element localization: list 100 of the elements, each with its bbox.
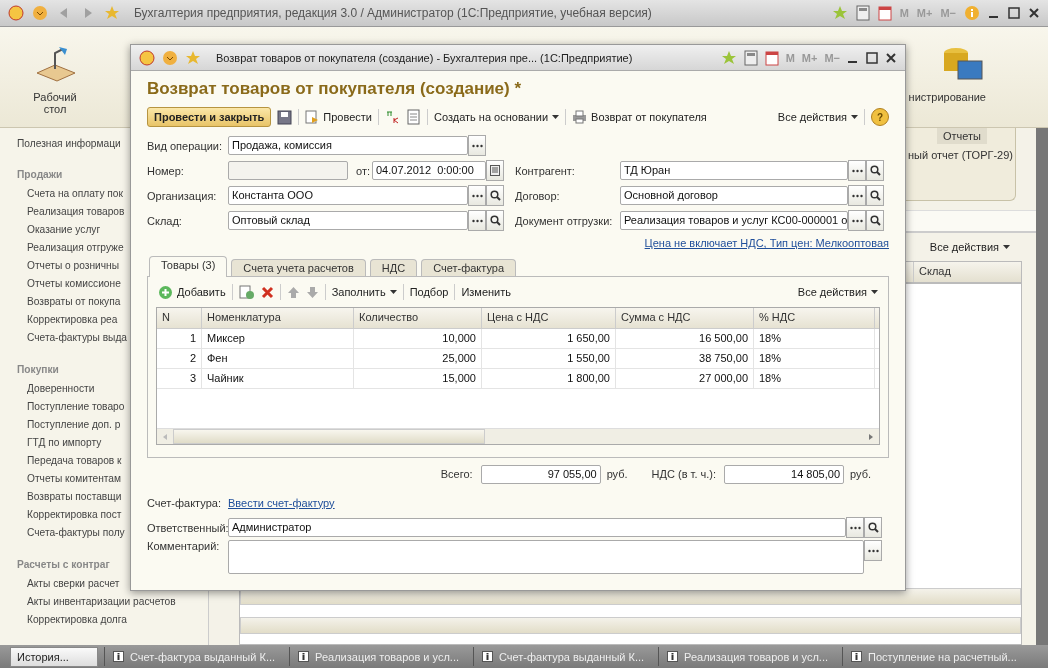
tab[interactable]: Товары (3) [149, 256, 228, 277]
sidebar-item[interactable]: ГТД по импорту [27, 437, 102, 455]
sidebar-item[interactable]: Отчеты о розничны [27, 260, 119, 278]
input-field[interactable]: Константа ООО [228, 186, 468, 205]
sidebar-item[interactable]: Возвраты поставщи [27, 491, 122, 509]
maximize-icon[interactable] [1008, 7, 1020, 19]
document-icon[interactable] [406, 109, 421, 125]
sidebar-item[interactable]: Полезная информаци [0, 138, 121, 155]
sidebar-item[interactable]: Корректировка пост [27, 509, 122, 527]
sidebar-item[interactable]: Поступление доп. р [27, 419, 121, 437]
enter-invoice-link[interactable]: Ввести счет-фактуру [228, 496, 335, 509]
column-header[interactable]: N [157, 308, 202, 328]
plus-icon [158, 284, 173, 300]
sidebar-item[interactable]: Отчеты комиссионе [27, 278, 121, 296]
search-button[interactable] [866, 160, 884, 181]
all-actions-menu[interactable]: Все действия [929, 241, 1010, 253]
sidebar-item[interactable]: Возвраты от покупа [27, 296, 121, 314]
print-button[interactable]: Возврат от покупателя [572, 110, 707, 124]
fill-menu[interactable]: Заполнить [331, 286, 397, 298]
input-field[interactable]: Реализация товаров и услуг КС00-000001 о [620, 211, 848, 230]
search-button[interactable] [866, 185, 884, 206]
search-button[interactable] [866, 210, 884, 231]
calculator-icon[interactable] [855, 5, 870, 21]
group-title: Продажи [17, 169, 63, 182]
history-button[interactable]: История... [10, 646, 98, 667]
calendar-button[interactable] [486, 160, 504, 181]
help-button[interactable]: ? [871, 108, 889, 126]
sidebar-item[interactable]: Счета-фактуры выда [27, 332, 128, 350]
sidebar-item[interactable]: Поступление товаро [27, 401, 125, 419]
search-button[interactable] [486, 210, 504, 231]
input-field[interactable]: Продажа, комиссия [228, 136, 468, 155]
table-cell: 3 [157, 369, 202, 388]
sidebar-item[interactable]: Счета на оплату пок [27, 188, 123, 206]
input-field[interactable]: ТД Юран [620, 161, 848, 180]
choice-button[interactable] [468, 135, 486, 156]
sidebar-item[interactable]: Счета-фактуры полу [27, 527, 125, 545]
pick-button[interactable]: Подбор [409, 286, 449, 298]
sidebar-item[interactable]: Отчеты комитентам [27, 473, 122, 491]
input-field[interactable]: Основной договор [620, 186, 848, 205]
all-actions-menu[interactable]: Все действия [777, 111, 858, 123]
caret-icon [1003, 245, 1010, 249]
tab[interactable]: НДС [369, 259, 418, 276]
edit-button[interactable]: Изменить [461, 286, 511, 298]
table-cell: 18% [754, 329, 875, 348]
star-icon[interactable] [831, 5, 848, 21]
scrollbar-thumb[interactable] [173, 429, 485, 444]
column-header[interactable]: Склад [913, 262, 1021, 282]
star-icon[interactable] [720, 49, 737, 66]
delete-icon[interactable] [260, 285, 274, 299]
menu-icon[interactable] [162, 49, 178, 66]
star-icon[interactable] [104, 5, 120, 21]
arrow-down-icon[interactable] [305, 285, 319, 299]
calculator-icon[interactable] [743, 49, 758, 66]
section-item[interactable]: Рабочий стол [0, 27, 110, 127]
sidebar-item[interactable]: Оказание услуг [27, 224, 101, 242]
table-cell: 1 [157, 329, 202, 348]
search-button[interactable] [486, 185, 504, 206]
input-field[interactable]: Администратор [228, 518, 846, 537]
close-icon[interactable] [885, 51, 897, 64]
comment-field[interactable] [228, 540, 864, 574]
star-icon[interactable] [185, 49, 201, 66]
column-header[interactable]: % НДС [754, 308, 875, 328]
search-button[interactable] [864, 517, 882, 538]
column-header[interactable]: Сумма с НДС [616, 308, 754, 328]
info-icon[interactable] [964, 5, 980, 21]
create-based-menu[interactable]: Создать на основании [433, 111, 560, 123]
copy-icon[interactable] [238, 284, 255, 300]
field-label: Документ отгрузки: [515, 214, 614, 227]
input-field[interactable]: Оптовый склад [228, 211, 468, 230]
column-header[interactable]: Цена с НДС [482, 308, 616, 328]
post-button[interactable]: Провести [305, 110, 372, 124]
price-link[interactable]: Цена не включает НДС, Тип цен: Мелкооптовая [644, 237, 889, 249]
sidebar-item[interactable]: Реализация товаров [27, 206, 125, 224]
maximize-icon[interactable] [866, 51, 878, 64]
close-icon[interactable] [1028, 7, 1040, 19]
sidebar-item[interactable]: Доверенности [27, 383, 95, 401]
add-button[interactable]: Добавить [158, 284, 226, 300]
sidebar-item[interactable]: Корректировка реа [27, 314, 118, 332]
scrollbar[interactable] [240, 617, 1021, 634]
all-actions-menu[interactable]: Все действия [797, 286, 878, 298]
window-title: Бухгалтерия предприятия, редакция 3.0 / Администратор (1С:Предприятие, учебная версия) [134, 6, 652, 20]
number-field[interactable] [228, 161, 348, 180]
post-and-close-button[interactable]: Провести и закрыть [147, 107, 272, 127]
sidebar-item[interactable]: Реализация отгруже [27, 242, 124, 260]
save-icon[interactable] [277, 109, 293, 125]
arrow-up-icon[interactable] [286, 285, 300, 299]
sidebar-item[interactable]: Корректировка долга [27, 614, 127, 632]
sidebar-item[interactable]: Передача товаров к [27, 455, 122, 473]
sidebar-item[interactable]: Акты сверки расчет [27, 578, 120, 596]
report-link[interactable]: ный отчет (ТОРГ-29) [908, 149, 1013, 161]
field-label: Договор: [515, 189, 561, 202]
column-header[interactable]: Номенклатура [202, 308, 354, 328]
column-header[interactable]: Количество [354, 308, 482, 328]
tab[interactable]: Счет-фактура [421, 259, 516, 276]
sidebar-item[interactable]: Акты инвентаризации расчетов [27, 596, 176, 614]
tab[interactable]: Счета учета расчетов [231, 259, 366, 276]
menu-icon[interactable] [32, 5, 48, 21]
debit-credit-icon[interactable] [384, 109, 401, 125]
table-cell: 18% [754, 349, 875, 368]
date-field[interactable]: 04.07.2012 0:00:00 [372, 161, 486, 180]
